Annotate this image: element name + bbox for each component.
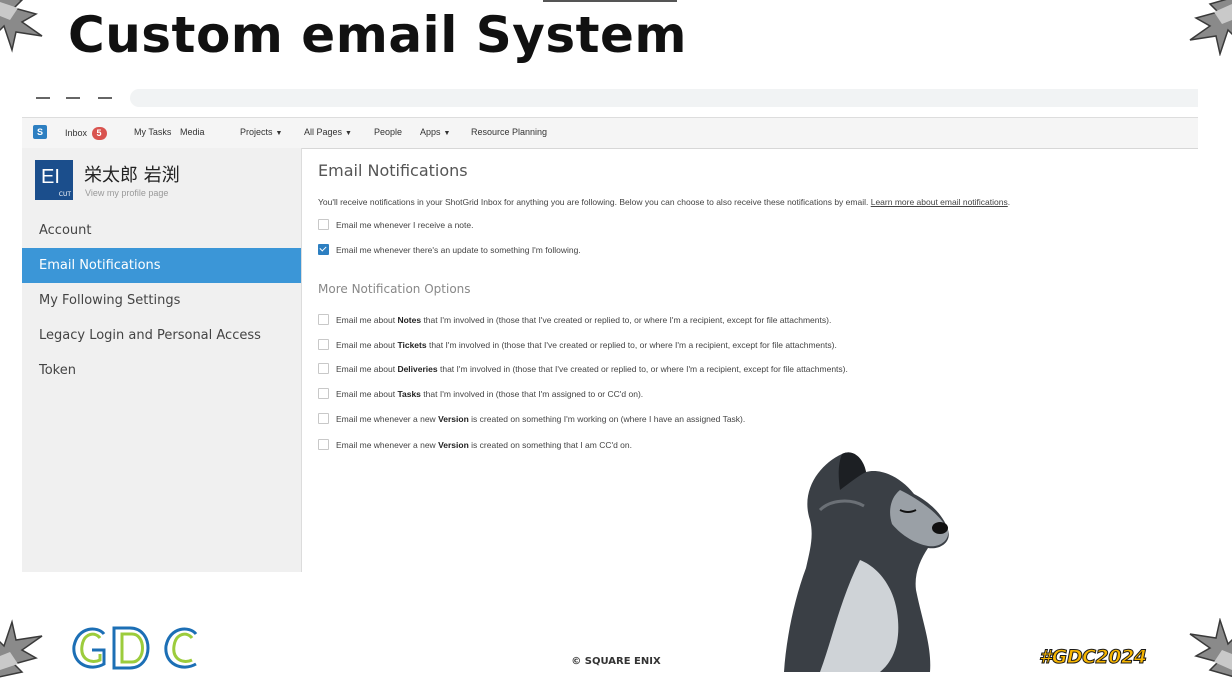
chevron-down-icon: ▼	[275, 130, 283, 137]
option-tasks[interactable]: Email me about Tasks that I'm involved i…	[318, 388, 643, 400]
page-title: Email Notifications	[318, 161, 468, 180]
option-tickets[interactable]: Email me about Tickets that I'm involved…	[318, 339, 837, 351]
address-bar[interactable]	[130, 89, 1198, 107]
puppy-image	[780, 450, 970, 672]
checkbox[interactable]	[318, 339, 329, 351]
nav-inbox-label: Inbox	[65, 128, 88, 138]
view-profile-link[interactable]: View my profile page	[85, 188, 168, 198]
option-version-ccd[interactable]: Email me whenever a new Version is creat…	[318, 439, 632, 451]
corner-ornament-bottom-left	[0, 618, 50, 680]
app-nav-bar: S Inbox 5 My Tasks Media Projects ▼ All P…	[22, 117, 1198, 149]
avatar-tag: CUT	[58, 191, 71, 198]
shotgrid-logo-icon[interactable]: S	[33, 125, 47, 139]
corner-ornament-top-left	[0, 0, 50, 54]
option-post: that I'm involved in (those that I'm ass…	[423, 389, 644, 399]
more-options-heading: More Notification Options	[318, 282, 471, 296]
option-version-working[interactable]: Email me whenever a new Version is creat…	[318, 413, 745, 425]
option-bold: Version	[438, 440, 469, 450]
nav-all-pages-label: All Pages	[304, 127, 343, 137]
sidebar-item-legacy-login[interactable]: Legacy Login and Personal Access Token	[22, 318, 301, 378]
checkbox[interactable]	[318, 314, 329, 326]
option-notes[interactable]: Email me about Notes that I'm involved i…	[318, 314, 831, 326]
corner-ornament-bottom-right	[1182, 618, 1232, 680]
option-post: that I'm involved in (those that I've cr…	[439, 364, 848, 374]
nav-projects-label: Projects	[240, 127, 273, 137]
inbox-count-badge: 5	[91, 127, 107, 140]
learn-more-link[interactable]: Learn more about email notifications	[871, 197, 1008, 207]
nav-media[interactable]: Media	[180, 127, 205, 137]
option-label: Email me whenever I receive a note.	[336, 220, 474, 230]
option-pre: Email me about	[336, 389, 396, 399]
checkbox[interactable]	[318, 388, 329, 400]
option-deliveries[interactable]: Email me about Deliveries that I'm invol…	[318, 363, 848, 375]
nav-inbox[interactable]: Inbox 5	[65, 127, 107, 140]
settings-sidebar: EI CUT 栄太郎 岩渕 View my profile page Accou…	[22, 148, 302, 572]
chevron-down-icon: ▼	[443, 130, 451, 137]
option-pre: Email me whenever a new	[336, 440, 436, 450]
back-icon[interactable]	[36, 88, 50, 99]
option-bold: Deliveries	[397, 364, 438, 374]
option-post: that I'm involved in (those that I've cr…	[423, 315, 832, 325]
sidebar-item-email-notifications[interactable]: Email Notifications	[22, 248, 301, 283]
event-hashtag: #GDC2024	[1038, 646, 1147, 669]
option-bold: Tickets	[397, 340, 427, 350]
checkbox[interactable]	[318, 439, 329, 451]
option-bold: Notes	[397, 315, 422, 325]
email-notifications-panel: Email Notifications You'll receive notif…	[318, 148, 1198, 578]
intro-text: You'll receive notifications in your Sho…	[318, 197, 1010, 207]
avatar-initials: EI	[41, 166, 60, 188]
option-bold: Version	[438, 414, 469, 424]
nav-projects[interactable]: Projects ▼	[240, 127, 282, 137]
nav-resource-planning[interactable]: Resource Planning	[471, 127, 547, 137]
profile-name: 栄太郎 岩渕	[84, 165, 180, 186]
option-pre: Email me about	[336, 364, 396, 374]
nav-apps-label: Apps	[420, 127, 441, 137]
option-pre: Email me about	[336, 315, 396, 325]
intro-body: You'll receive notifications in your Sho…	[318, 197, 869, 207]
nav-all-pages[interactable]: All Pages ▼	[304, 127, 352, 137]
corner-ornament-top-right	[1182, 0, 1232, 56]
forward-icon[interactable]	[66, 88, 80, 99]
option-post: that I'm involved in (those that I've cr…	[428, 340, 837, 350]
avatar[interactable]: EI CUT	[35, 160, 73, 200]
option-bold: Tasks	[397, 389, 421, 399]
reload-icon[interactable]	[98, 88, 112, 99]
checkbox-checked[interactable]	[318, 244, 329, 256]
sidebar-item-account[interactable]: Account	[22, 213, 301, 248]
option-following-update[interactable]: Email me whenever there's an update to s…	[318, 244, 581, 256]
option-post: is created on something I'm working on (…	[471, 414, 746, 424]
option-pre: Email me about	[336, 340, 396, 350]
option-receive-note[interactable]: Email me whenever I receive a note.	[318, 219, 473, 231]
checkbox[interactable]	[318, 413, 329, 425]
option-label: Email me whenever there's an update to s…	[336, 245, 581, 255]
nav-people[interactable]: People	[374, 127, 402, 137]
option-pre: Email me whenever a new	[336, 414, 436, 424]
sidebar-item-following-settings[interactable]: My Following Settings	[22, 283, 301, 318]
slide-title: Custom email System	[68, 6, 688, 64]
nav-apps[interactable]: Apps ▼	[420, 127, 450, 137]
checkbox[interactable]	[318, 219, 329, 231]
checkbox[interactable]	[318, 363, 329, 375]
nav-my-tasks[interactable]: My Tasks	[134, 127, 171, 137]
option-post: is created on something that I am CC'd o…	[471, 440, 633, 450]
chevron-down-icon: ▼	[345, 130, 352, 137]
browser-toolbar	[22, 87, 1198, 115]
intro-period: .	[1007, 197, 1011, 207]
